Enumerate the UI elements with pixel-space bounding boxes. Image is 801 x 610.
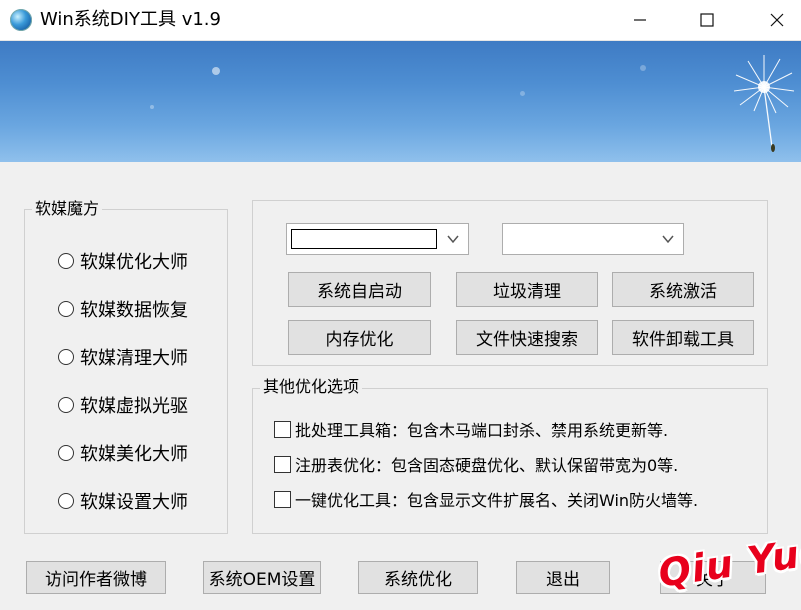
chevron-down-icon [662,235,674,244]
window-title: Win系统DIY工具 v1.9 [40,9,221,30]
check-label: 注册表优化：包含固态硬盘优化、默认保留带宽为0等. [295,456,679,475]
radio-circle[interactable] [58,397,74,413]
radio-label: 软媒设置大师 [80,492,188,513]
checkbox[interactable] [274,420,291,438]
checkbox[interactable] [274,490,291,508]
app-globe-icon [10,9,32,31]
combo-left-value [291,229,437,249]
bokeh-dot [212,67,220,75]
visit-author-weibo-button[interactable]: 访问作者微博 [26,561,166,594]
radio-circle[interactable] [58,349,74,365]
exit-button[interactable]: 退出 [516,561,610,594]
radio-shezhi-dashi[interactable]: 软媒设置大师 [58,488,188,514]
radio-circle[interactable] [58,445,74,461]
radio-xuni-guangqu[interactable]: 软媒虚拟光驱 [58,392,188,418]
radio-circle[interactable] [58,493,74,509]
title-bar: Win系统DIY工具 v1.9 [0,0,801,41]
file-search-button[interactable]: 文件快速搜索 [456,320,598,355]
combo-left[interactable] [286,223,469,255]
maximize-icon [700,13,714,27]
close-button[interactable] [754,0,800,40]
check-label: 批处理工具箱：包含木马端口封杀、禁用系统更新等. [295,421,669,440]
bokeh-dot [640,65,646,71]
radio-label: 软媒优化大师 [80,252,188,273]
bokeh-dot [150,105,154,109]
activate-button[interactable]: 系统激活 [612,272,754,307]
system-optimize-button[interactable]: 系统优化 [358,561,478,594]
checkbox[interactable] [274,455,291,473]
oem-settings-button[interactable]: 系统OEM设置 [203,561,321,594]
radio-meihua-dashi[interactable]: 软媒美化大师 [58,440,188,466]
dandelion-icon [733,55,795,152]
radio-circle[interactable] [58,253,74,269]
check-registry-optimize[interactable]: 注册表优化：包含固态硬盘优化、默认保留带宽为0等. [274,452,678,476]
memory-optimize-button[interactable]: 内存优化 [288,320,431,355]
uninstall-tool-button[interactable]: 软件卸载工具 [612,320,754,355]
software-group-title: 软媒魔方 [32,199,103,219]
radio-qingli-dashi[interactable]: 软媒清理大师 [58,344,188,370]
minimize-icon [634,19,646,21]
radio-circle[interactable] [58,301,74,317]
minimize-button[interactable] [617,0,663,40]
check-label: 一键优化工具：包含显示文件扩展名、关闭Win防火墙等. [295,491,699,510]
header-banner [0,41,801,162]
other-options-title: 其他优化选项 [260,377,363,397]
chevron-down-icon [447,235,459,244]
check-one-click-optimize[interactable]: 一键优化工具：包含显示文件扩展名、关闭Win防火墙等. [274,487,698,511]
junk-clean-button[interactable]: 垃圾清理 [456,272,598,307]
radio-youhua-dashi[interactable]: 软媒优化大师 [58,248,188,274]
radio-label: 软媒数据恢复 [80,300,188,321]
startup-button[interactable]: 系统自启动 [288,272,431,307]
watermark-text: Qiu Yue [655,528,801,596]
radio-label: 软媒美化大师 [80,444,188,465]
radio-label: 软媒清理大师 [80,348,188,369]
combo-right[interactable] [502,223,684,255]
radio-label: 软媒虚拟光驱 [80,396,188,417]
maximize-button[interactable] [684,0,730,40]
close-icon [770,13,784,27]
bokeh-dot [520,91,525,96]
radio-shuju-huifu[interactable]: 软媒数据恢复 [58,296,188,322]
check-batch-toolbox[interactable]: 批处理工具箱：包含木马端口封杀、禁用系统更新等. [274,417,668,441]
